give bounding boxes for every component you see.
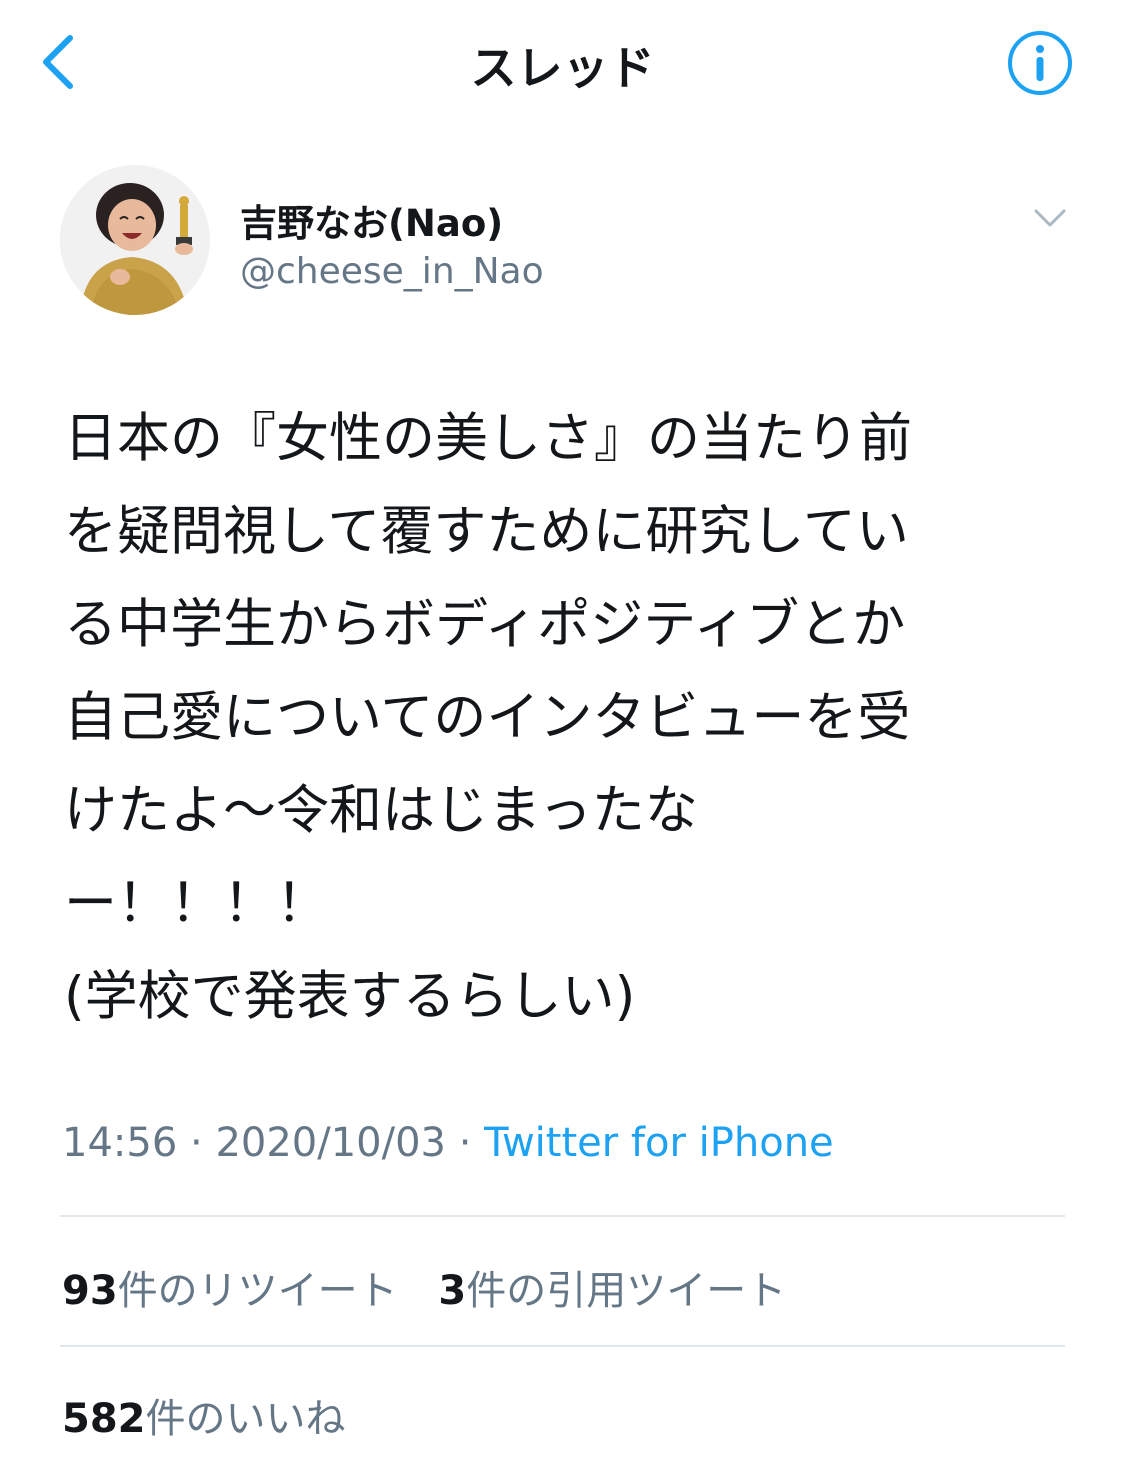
tweet-text-line: を疑問視して覆すために研究してい [64,501,909,562]
tweet-text-line: 日本の『女性の美しさ』の当たり前 [64,408,912,469]
tweet-options-button[interactable] [1030,203,1070,233]
retweets-stat[interactable]: 93件のリツイート [62,1258,398,1316]
tweet-date: 2020/10/03 [215,1120,446,1166]
tweet-text-line: 自己愛についてのインタビューを受 [64,687,911,748]
tweet-metadata: 14:56 · 2020/10/03 · Twitter for iPhone [62,1120,834,1166]
tweet-author: 吉野なお(Nao) @cheese_in_Nao [60,165,1066,320]
engagement-stats: 93件のリツイート 3件の引用ツイート [62,1258,814,1316]
tweet-text-line: る中学生からボディポジティブとか [64,594,906,655]
retweets-count: 93 [62,1268,118,1314]
likes-label: 件のいいね [145,1396,346,1442]
divider [60,1345,1065,1347]
author-handle[interactable]: @cheese_in_Nao [240,251,544,292]
meta-separator: · [177,1120,216,1166]
quotes-count: 3 [438,1268,467,1314]
tweet-text: 日本の『女性の美しさ』の当たり前 を疑問視して覆すために研究してい る中学生から… [64,392,1064,1043]
tweet-detail-screen: スレッド 吉野なお(Nao) @cheese_in_Nao 日本の『女性の美しさ… [0,0,1125,1469]
chevron-down-icon [1034,209,1066,227]
quotes-stat[interactable]: 3件の引用ツイート [438,1258,786,1316]
meta-separator: · [445,1120,485,1166]
avatar-image [60,165,210,315]
tweet-text-line: けたよ〜令和はじまったな [64,780,698,841]
avatar[interactable] [60,165,210,315]
divider [60,1215,1065,1217]
page-title: スレッド [470,41,655,95]
author-display-name[interactable]: 吉野なお(Nao) [240,193,503,247]
tweet-text-line: (学校で発表するらしい) [64,966,636,1027]
likes-stat[interactable]: 582件のいいね [62,1386,346,1444]
info-circle-icon [1008,31,1072,95]
info-button[interactable] [1007,30,1073,96]
quotes-label: 件の引用ツイート [466,1268,787,1314]
navigation-bar: スレッド [0,0,1125,125]
tweet-time: 14:56 [62,1120,178,1166]
tweet-source-link[interactable]: Twitter for iPhone [484,1120,834,1166]
likes-count: 582 [62,1396,146,1442]
retweets-label: 件のリツイート [117,1268,398,1314]
tweet-text-line: ー！！！！ [64,873,329,934]
